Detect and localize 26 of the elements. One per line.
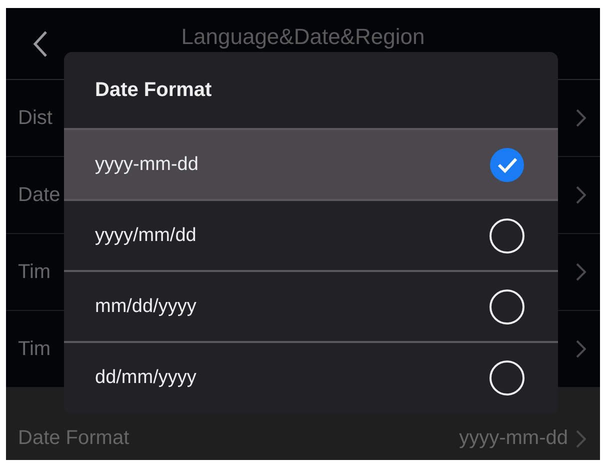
format-option[interactable]: mm/dd/yyyy <box>64 270 558 341</box>
dialog-title: Date Format <box>94 78 213 102</box>
radio-checked-icon[interactable] <box>489 146 525 182</box>
row-label: Date Format <box>18 427 130 450</box>
radio-unchecked-icon[interactable] <box>489 288 525 324</box>
radio-unchecked-icon[interactable] <box>489 360 525 396</box>
option-label: dd/mm/yyyy <box>95 366 196 388</box>
row-label: Tim <box>18 260 51 284</box>
chevron-right-icon <box>576 340 586 358</box>
option-label: mm/dd/yyyy <box>95 296 196 318</box>
chevron-right-icon <box>576 186 586 204</box>
page-title: Language&Date&Region <box>181 24 425 50</box>
row-label: Date <box>18 184 60 206</box>
row-label: Dist <box>18 106 52 130</box>
back-icon[interactable] <box>32 30 48 58</box>
chevron-right-icon <box>576 430 586 448</box>
format-option[interactable]: dd/mm/yyyy <box>64 341 558 412</box>
radio-unchecked-icon[interactable] <box>489 218 525 254</box>
row-label: Tim <box>18 338 51 360</box>
option-label: yyyy/mm/dd <box>95 224 196 246</box>
chevron-right-icon <box>576 109 586 127</box>
format-option[interactable]: yyyy/mm/dd <box>64 199 558 270</box>
chevron-right-icon <box>576 263 586 281</box>
row-value: yyyy-mm-dd <box>459 427 568 450</box>
option-label: yyyy-mm-dd <box>95 154 198 176</box>
format-option[interactable]: yyyy-mm-dd <box>64 128 558 199</box>
